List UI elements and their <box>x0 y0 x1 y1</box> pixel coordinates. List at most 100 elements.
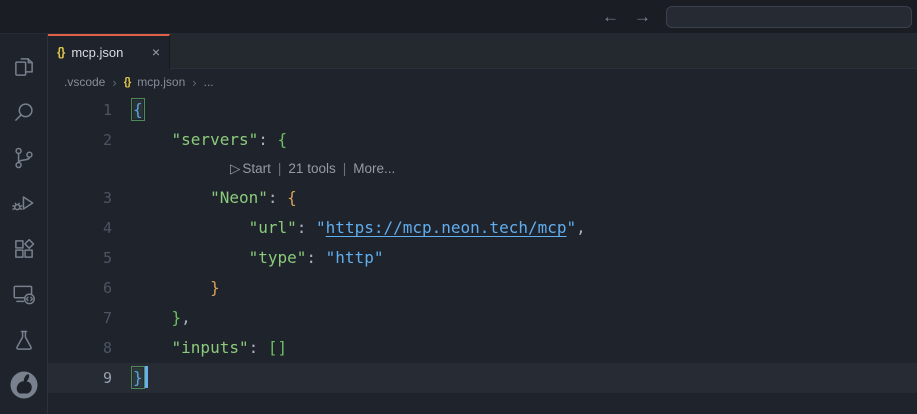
back-arrow-icon[interactable]: ← <box>602 8 619 25</box>
forward-arrow-icon[interactable]: → <box>634 8 651 25</box>
code-content: } <box>112 273 220 303</box>
breadcrumb-item-vscode[interactable]: .vscode <box>64 75 105 89</box>
code-token: { <box>287 188 297 207</box>
code-content: "Neon": { <box>112 183 297 213</box>
codelens-link-21-tools[interactable]: 21 tools <box>288 161 335 176</box>
codelens-link-more[interactable]: More... <box>353 161 395 176</box>
code-token: https://mcp.neon.tech/mcp <box>326 218 567 237</box>
editor-group: {} mcp.json × .vscode › {} mcp.json › ..… <box>48 34 917 414</box>
chevron-right-icon: › <box>112 75 116 90</box>
activity-item-source-control[interactable] <box>0 135 48 181</box>
code-content: "url": "https://mcp.neon.tech/mcp", <box>112 213 586 243</box>
activity-item-rabbit-logo[interactable] <box>0 363 48 409</box>
code-content: }, <box>112 303 191 333</box>
line-number[interactable]: 1 <box>48 95 112 125</box>
code-token: "servers" <box>172 130 259 149</box>
json-braces-icon: {} <box>57 45 64 59</box>
activity-item-testing[interactable] <box>0 317 48 363</box>
codelens-link-start[interactable]: ▷Start <box>230 161 271 176</box>
codelens-separator: | <box>278 161 282 176</box>
code-content: "inputs": [] <box>112 333 287 363</box>
explorer-icon <box>11 54 37 80</box>
source-control-icon <box>11 145 37 171</box>
code-token <box>133 338 172 357</box>
line-number[interactable]: 7 <box>48 303 112 333</box>
code-content: { <box>112 95 143 125</box>
code-token: "http" <box>326 248 384 267</box>
code-token <box>133 188 210 207</box>
gutter-spacer <box>48 155 112 183</box>
editor-code[interactable]: 1{2 "servers": {▷Start|21 tools|More...3… <box>48 95 917 414</box>
code-line[interactable]: 4 "url": "https://mcp.neon.tech/mcp", <box>48 213 917 243</box>
activity-item-explorer[interactable] <box>0 44 48 90</box>
run-debug-icon <box>11 190 37 216</box>
activity-item-extensions[interactable] <box>0 226 48 272</box>
codelens-separator: | <box>343 161 347 176</box>
code-token: "inputs" <box>172 338 249 357</box>
close-icon[interactable]: × <box>152 44 160 60</box>
code-token <box>133 308 172 327</box>
activity-item-run-debug[interactable] <box>0 181 48 227</box>
code-line[interactable]: 7 }, <box>48 303 917 333</box>
line-number[interactable]: 9 <box>48 363 112 393</box>
code-content: } <box>112 363 148 393</box>
code-line[interactable]: 8 "inputs": [] <box>48 333 917 363</box>
line-number[interactable]: 5 <box>48 243 112 273</box>
code-token: : <box>258 130 277 149</box>
code-token: [] <box>268 338 287 357</box>
code-line[interactable]: 5 "type": "http" <box>48 243 917 273</box>
code-line[interactable]: 9} <box>48 363 917 393</box>
code-line[interactable]: 6 } <box>48 273 917 303</box>
breadcrumb-item-mcp-json[interactable]: mcp.json <box>137 75 185 89</box>
breadcrumb-item-symbol[interactable]: ... <box>204 75 214 89</box>
workbench: {} mcp.json × .vscode › {} mcp.json › ..… <box>0 34 917 414</box>
code-token: "type" <box>249 248 307 267</box>
line-number[interactable]: 4 <box>48 213 112 243</box>
code-token: "Neon" <box>210 188 268 207</box>
code-line[interactable]: 2 "servers": { <box>48 125 917 155</box>
code-token: , <box>576 218 586 237</box>
extensions-icon <box>11 236 37 262</box>
code-token: " <box>316 218 326 237</box>
line-number[interactable]: 6 <box>48 273 112 303</box>
activity-bar <box>0 34 48 414</box>
activity-item-search[interactable] <box>0 90 48 136</box>
activity-item-remote-explorer[interactable] <box>0 272 48 318</box>
line-number[interactable]: 3 <box>48 183 112 213</box>
code-token: } <box>172 308 182 327</box>
code-token: : <box>249 338 268 357</box>
rabbit-logo-icon <box>9 370 39 400</box>
code-token: : <box>297 218 316 237</box>
line-number[interactable]: 2 <box>48 125 112 155</box>
code-token <box>133 130 172 149</box>
code-token: : <box>268 188 287 207</box>
testing-icon <box>11 327 37 353</box>
code-token <box>133 218 249 237</box>
code-token: { <box>278 130 288 149</box>
history-nav: ← → <box>602 0 651 33</box>
tab-bar: {} mcp.json × <box>48 34 917 69</box>
code-content: "servers": { <box>112 125 287 155</box>
codelens-row[interactable]: ▷Start | 21 tools | More... <box>48 155 917 183</box>
code-token: : <box>306 248 325 267</box>
code-token: " <box>567 218 577 237</box>
code-token <box>133 278 210 297</box>
code-token: } <box>210 278 220 297</box>
codelens-content: ▷Start | 21 tools | More... <box>112 155 395 183</box>
code-token <box>133 248 249 267</box>
code-line[interactable]: 3 "Neon": { <box>48 183 917 213</box>
code-token: "url" <box>249 218 297 237</box>
run-triangle-icon: ▷ <box>230 161 240 176</box>
text-cursor <box>145 366 148 388</box>
json-braces-icon: {} <box>124 76 131 88</box>
matched-bracket: { <box>133 100 143 119</box>
search-icon <box>11 99 37 125</box>
matched-bracket: } <box>133 368 143 387</box>
chevron-right-icon: › <box>192 75 196 90</box>
line-number[interactable]: 8 <box>48 333 112 363</box>
tab-label: mcp.json <box>71 45 123 60</box>
command-center-searchbox[interactable] <box>666 6 912 28</box>
code-line[interactable]: 1{ <box>48 95 917 125</box>
tab-mcp-json[interactable]: {} mcp.json × <box>48 34 170 69</box>
title-bar: ← → <box>0 0 917 34</box>
